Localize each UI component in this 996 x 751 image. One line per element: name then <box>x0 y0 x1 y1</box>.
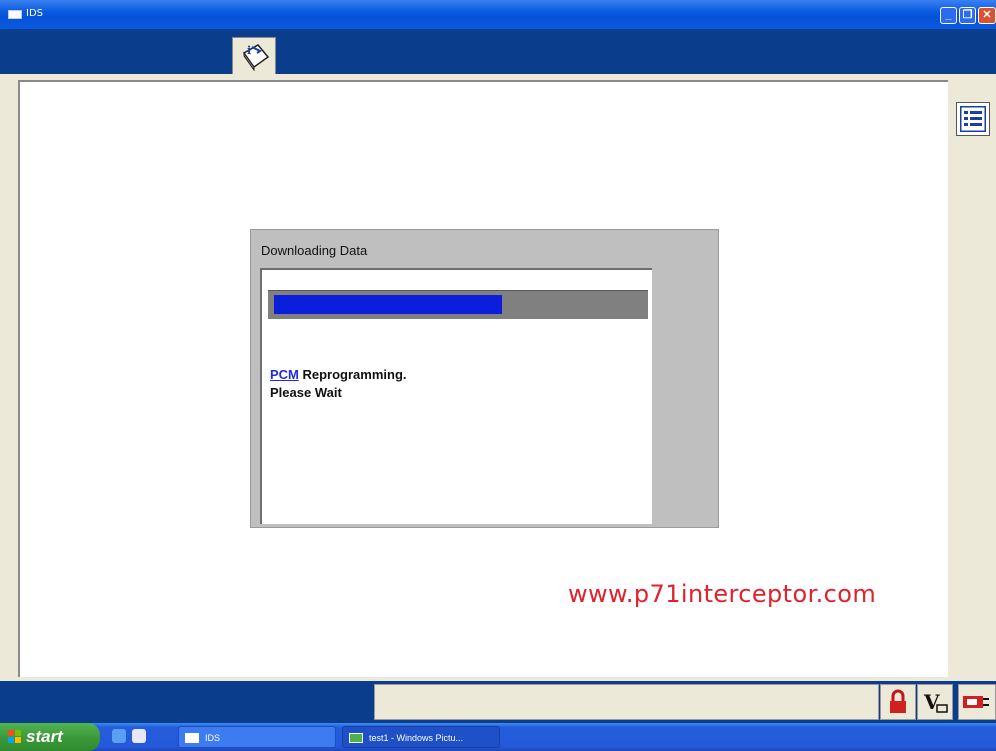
list-icon <box>960 106 986 132</box>
svg-text:i: i <box>247 44 251 57</box>
app-window-icon <box>8 10 22 19</box>
app-toolbar: i <box>0 29 996 74</box>
taskbar-item-label: IDS <box>205 733 221 743</box>
vbatt-icon-graphic: V <box>923 690 948 714</box>
minimize-icon: _ <box>945 9 952 21</box>
status-message: PCM Reprogramming. Please Wait <box>270 366 407 402</box>
ie-icon[interactable] <box>112 729 126 743</box>
pcm-link[interactable]: PCM <box>270 367 299 382</box>
picture-viewer-icon <box>349 733 363 743</box>
please-wait-text: Please Wait <box>270 385 342 400</box>
window-title: IDS <box>26 8 43 19</box>
restore-icon: ❐ <box>962 9 973 21</box>
lock-icon[interactable] <box>880 684 916 720</box>
vehicle-link-icon[interactable] <box>958 684 996 720</box>
status-field <box>374 684 879 720</box>
taskbar: start IDS test1 - Windows Pictu... <box>0 723 996 751</box>
windows-flag-icon <box>8 730 21 743</box>
close-icon: ✕ <box>982 9 992 21</box>
taskbar-item-ids[interactable]: IDS <box>178 726 336 748</box>
status-bar: V <box>0 681 996 723</box>
quick-launch <box>112 729 160 745</box>
info-tab-button[interactable]: i <box>232 37 276 74</box>
ids-window-icon <box>185 733 199 743</box>
vehicle-link-icon-graphic <box>963 696 989 708</box>
minimize-button[interactable]: _ <box>940 7 957 24</box>
vbatt-icon[interactable]: V <box>917 684 953 720</box>
taskbar-item-label: test1 - Windows Pictu... <box>369 733 464 743</box>
start-button[interactable]: start <box>0 723 100 751</box>
progress-fill <box>274 295 502 314</box>
close-button[interactable]: ✕ <box>978 7 996 24</box>
message-text: Reprogramming. <box>298 367 407 382</box>
window-title-bar[interactable]: IDS _ ❐ ✕ <box>0 0 996 29</box>
dialog-body: PCM Reprogramming. Please Wait <box>260 268 652 524</box>
start-label: start <box>26 727 63 746</box>
desktop-icon[interactable] <box>132 729 146 743</box>
watermark-url: www.p71interceptor.com <box>568 580 877 608</box>
dialog-title: Downloading Data <box>261 243 368 258</box>
restore-button[interactable]: ❐ <box>959 7 976 24</box>
list-button[interactable] <box>956 102 990 136</box>
download-dialog: Downloading Data PCM Reprogramming. Plea… <box>250 229 719 528</box>
taskbar-item-picture-viewer[interactable]: test1 - Windows Pictu... <box>342 726 500 748</box>
info-book-icon: i <box>242 44 270 71</box>
progress-bar <box>268 290 648 319</box>
lock-icon-graphic <box>890 689 906 713</box>
